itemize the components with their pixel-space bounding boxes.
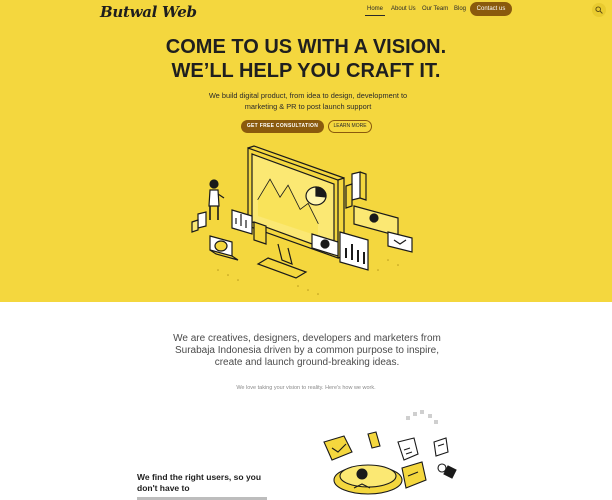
hero-section: Butwal Web Home About Us Our Team Blog C… — [0, 0, 612, 302]
nav-item-blog[interactable]: Blog — [454, 6, 466, 12]
free-consultation-button[interactable]: GET FREE CONSULTATION — [241, 120, 324, 133]
feature-isometric-illustration — [323, 410, 457, 495]
intro-tagline: We love taking your vision to reality. H… — [236, 385, 376, 391]
learn-more-button[interactable]: LEARN MORE — [328, 120, 372, 133]
hero-title-line-1: COME TO US WITH A VISION. — [165, 36, 447, 58]
nav-item-home[interactable]: Home — [367, 6, 383, 12]
nav-item-about-us[interactable]: About Us — [391, 6, 416, 12]
hero-title-line-2: WE’LL HELP YOU CRAFT IT. — [171, 60, 441, 82]
hero-isometric-illustration — [191, 145, 413, 295]
brand-logo[interactable]: Butwal Web — [100, 3, 197, 21]
search-icon — [595, 6, 603, 14]
contact-us-button[interactable]: Contact us — [470, 2, 512, 16]
intro-paragraph: We are creatives, designers, developers … — [173, 333, 441, 368]
hero-subtitle: We build digital product, from idea to d… — [208, 91, 408, 111]
navbar: Butwal Web Home About Us Our Team Blog C… — [0, 0, 612, 22]
active-nav-indicator — [365, 15, 385, 16]
hero-title: COME TO US WITH A VISION. WE’LL HELP YOU… — [0, 35, 612, 83]
feature-heading: We find the right users, so you don't ha… — [137, 472, 262, 493]
nav-item-our-team[interactable]: Our Team — [422, 6, 448, 12]
search-button[interactable] — [592, 3, 606, 17]
